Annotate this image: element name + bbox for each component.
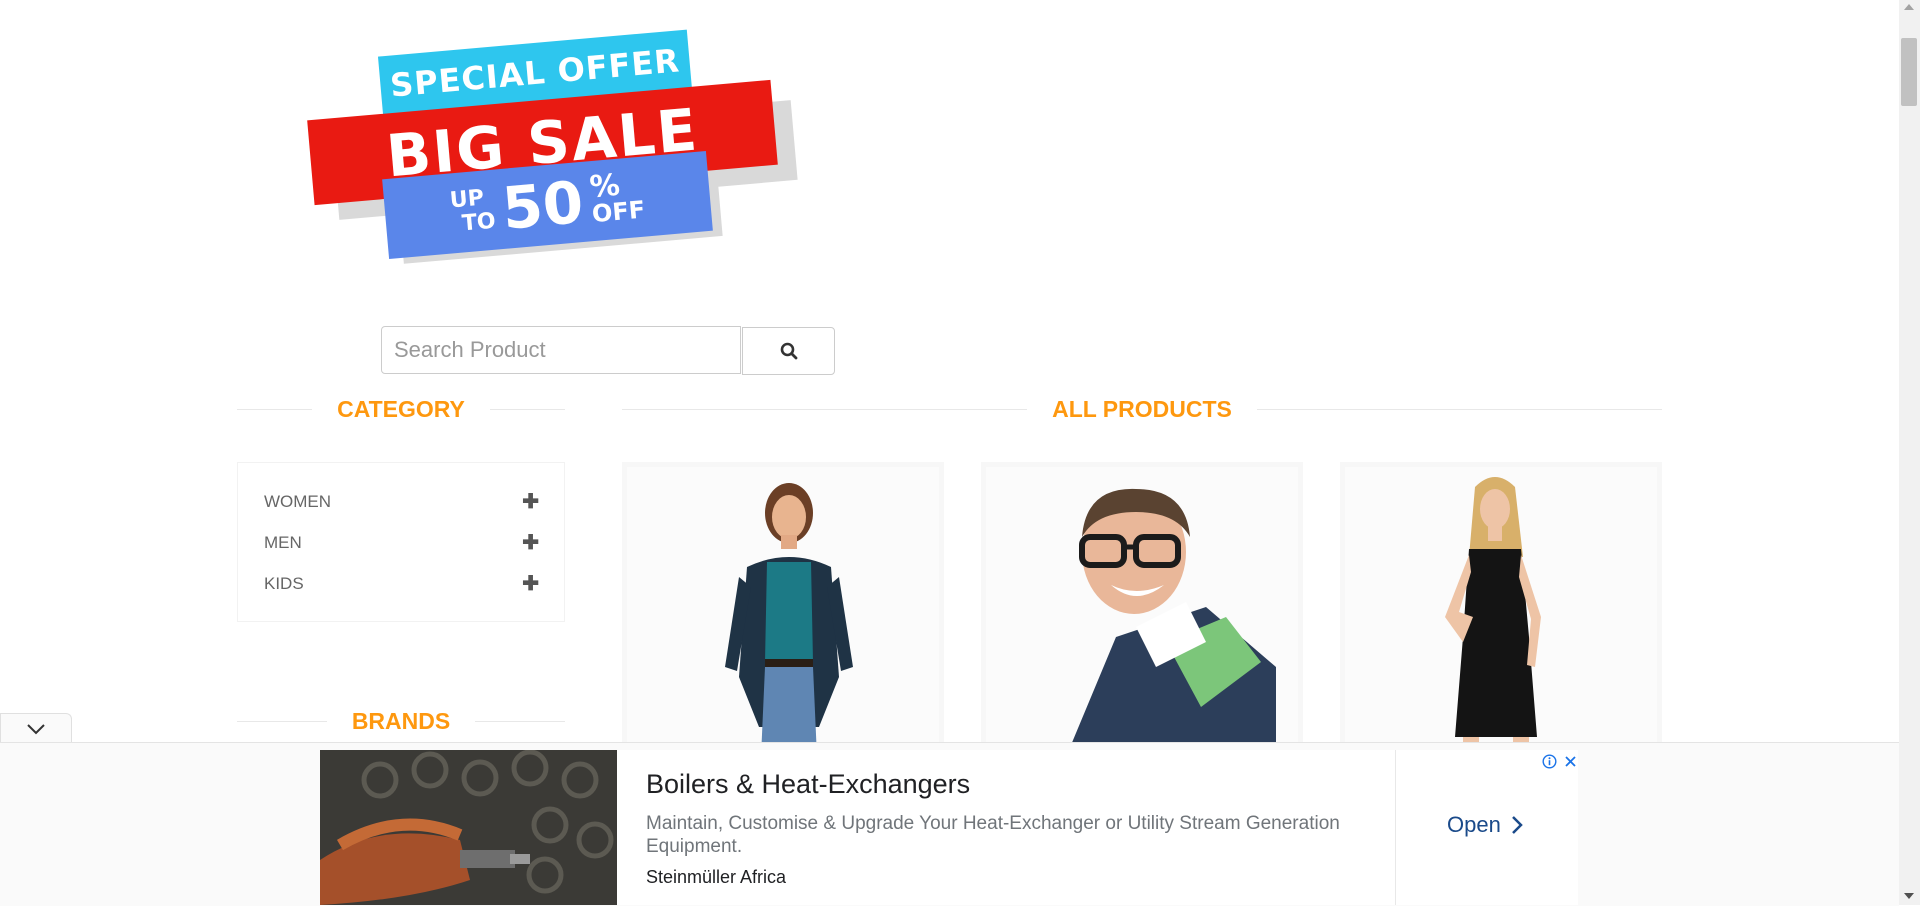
brands-heading: BRANDS (237, 708, 566, 735)
category-panel: WOMEN ✚ MEN ✚ KIDS ✚ (237, 462, 565, 622)
scrollbar-thumb[interactable] (1901, 38, 1917, 106)
category-heading: CATEGORY (237, 396, 565, 423)
category-item-men[interactable]: MEN ✚ (264, 530, 539, 555)
search-input[interactable] (381, 326, 741, 374)
ad-divider (1395, 750, 1396, 905)
brands-title: BRANDS (351, 708, 451, 734)
search-icon (780, 342, 797, 360)
plus-icon[interactable]: ✚ (522, 489, 539, 514)
banner-up-to: UP TO (448, 185, 497, 237)
all-products-heading: ALL PRODUCTS (622, 396, 1662, 423)
ad-advertiser: Steinmüller Africa (646, 867, 787, 887)
ad-banner[interactable]: Boilers & Heat-Exchangers Maintain, Cust… (320, 750, 1578, 905)
product-card[interactable] (981, 462, 1303, 762)
ad-open-button[interactable]: Open (1447, 812, 1523, 838)
category-item-kids[interactable]: KIDS ✚ (264, 571, 539, 596)
banner-percent-off: % OFF (588, 167, 647, 229)
close-icon[interactable] (1563, 754, 1578, 769)
man-with-glasses-photo[interactable] (986, 467, 1298, 757)
ad-open-label: Open (1447, 812, 1501, 837)
woman-in-cardigan-photo[interactable] (627, 467, 939, 757)
category-label: MEN (264, 532, 302, 552)
ad-headline[interactable]: Boilers & Heat-Exchangers (646, 769, 970, 800)
ad-description: Maintain, Customise & Upgrade Your Heat-… (646, 813, 1340, 857)
scrollbar-track[interactable] (1899, 0, 1920, 905)
ad-controls (1542, 754, 1578, 769)
chevron-down-icon (27, 723, 45, 734)
special-offer-banner: SPECIAL OFFER BIG SALE UP TO 50 % OFF (305, 25, 800, 264)
ad-image[interactable] (320, 750, 617, 905)
banner-amount: 50 (499, 168, 586, 243)
all-products-title: ALL PRODUCTS (1052, 396, 1232, 422)
chevron-right-icon (1511, 816, 1523, 834)
info-icon[interactable] (1542, 754, 1557, 769)
category-item-women[interactable]: WOMEN ✚ (264, 489, 539, 514)
category-title: CATEGORY (337, 396, 465, 422)
search-button[interactable] (742, 327, 835, 375)
ad-collapse-button[interactable] (0, 713, 72, 743)
plus-icon[interactable]: ✚ (522, 530, 539, 555)
category-label: WOMEN (264, 491, 332, 511)
category-label: KIDS (264, 573, 304, 593)
plus-icon[interactable]: ✚ (522, 571, 539, 596)
product-card[interactable] (622, 462, 944, 762)
scroll-down-arrow-icon[interactable] (1904, 893, 1914, 899)
woman-in-black-dress-photo[interactable] (1345, 467, 1657, 757)
scroll-up-arrow-icon[interactable] (1904, 4, 1914, 10)
product-card[interactable] (1340, 462, 1662, 762)
